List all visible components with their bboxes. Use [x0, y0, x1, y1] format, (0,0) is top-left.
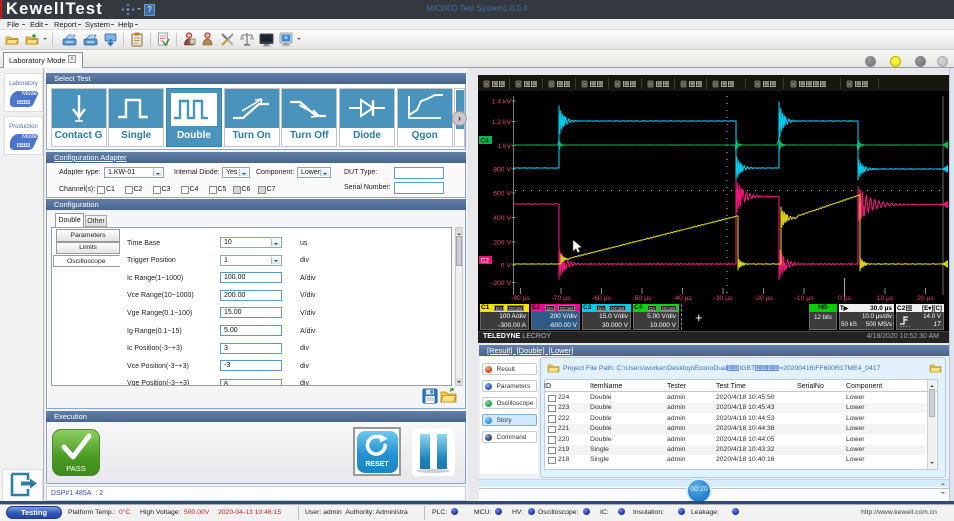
svg-text:-60 µs: -60 µs: [592, 295, 612, 302]
svg-text:C2: C2: [481, 258, 490, 265]
svg-text:20 µs: 20 µs: [917, 295, 934, 302]
svg-text:-10 µs: -10 µs: [794, 295, 814, 302]
svg-text:C4: C4: [481, 138, 490, 145]
svg-text:1 kV: 1 kV: [497, 143, 511, 150]
svg-text:600 V: 600 V: [493, 191, 511, 198]
svg-text:-50 µs: -50 µs: [632, 295, 652, 302]
svg-text:0 V: 0 V: [501, 263, 512, 270]
svg-text:-40 µs: -40 µs: [673, 295, 693, 302]
svg-text:-200 V: -200 V: [491, 280, 511, 287]
svg-text:1.2 kV: 1.2 kV: [492, 119, 512, 126]
svg-text:200 V: 200 V: [493, 240, 511, 247]
svg-text:-30 µs: -30 µs: [713, 295, 733, 302]
svg-text:10 µs: 10 µs: [877, 295, 894, 302]
svg-text:-70 µs: -70 µs: [551, 295, 571, 302]
svg-text:-20 µs: -20 µs: [754, 295, 774, 302]
svg-text:400 V: 400 V: [493, 215, 511, 222]
svg-text:-80 µs: -80 µs: [511, 295, 531, 302]
svg-text:800 V: 800 V: [493, 167, 511, 174]
svg-text:1.4 kV: 1.4 kV: [492, 99, 512, 106]
